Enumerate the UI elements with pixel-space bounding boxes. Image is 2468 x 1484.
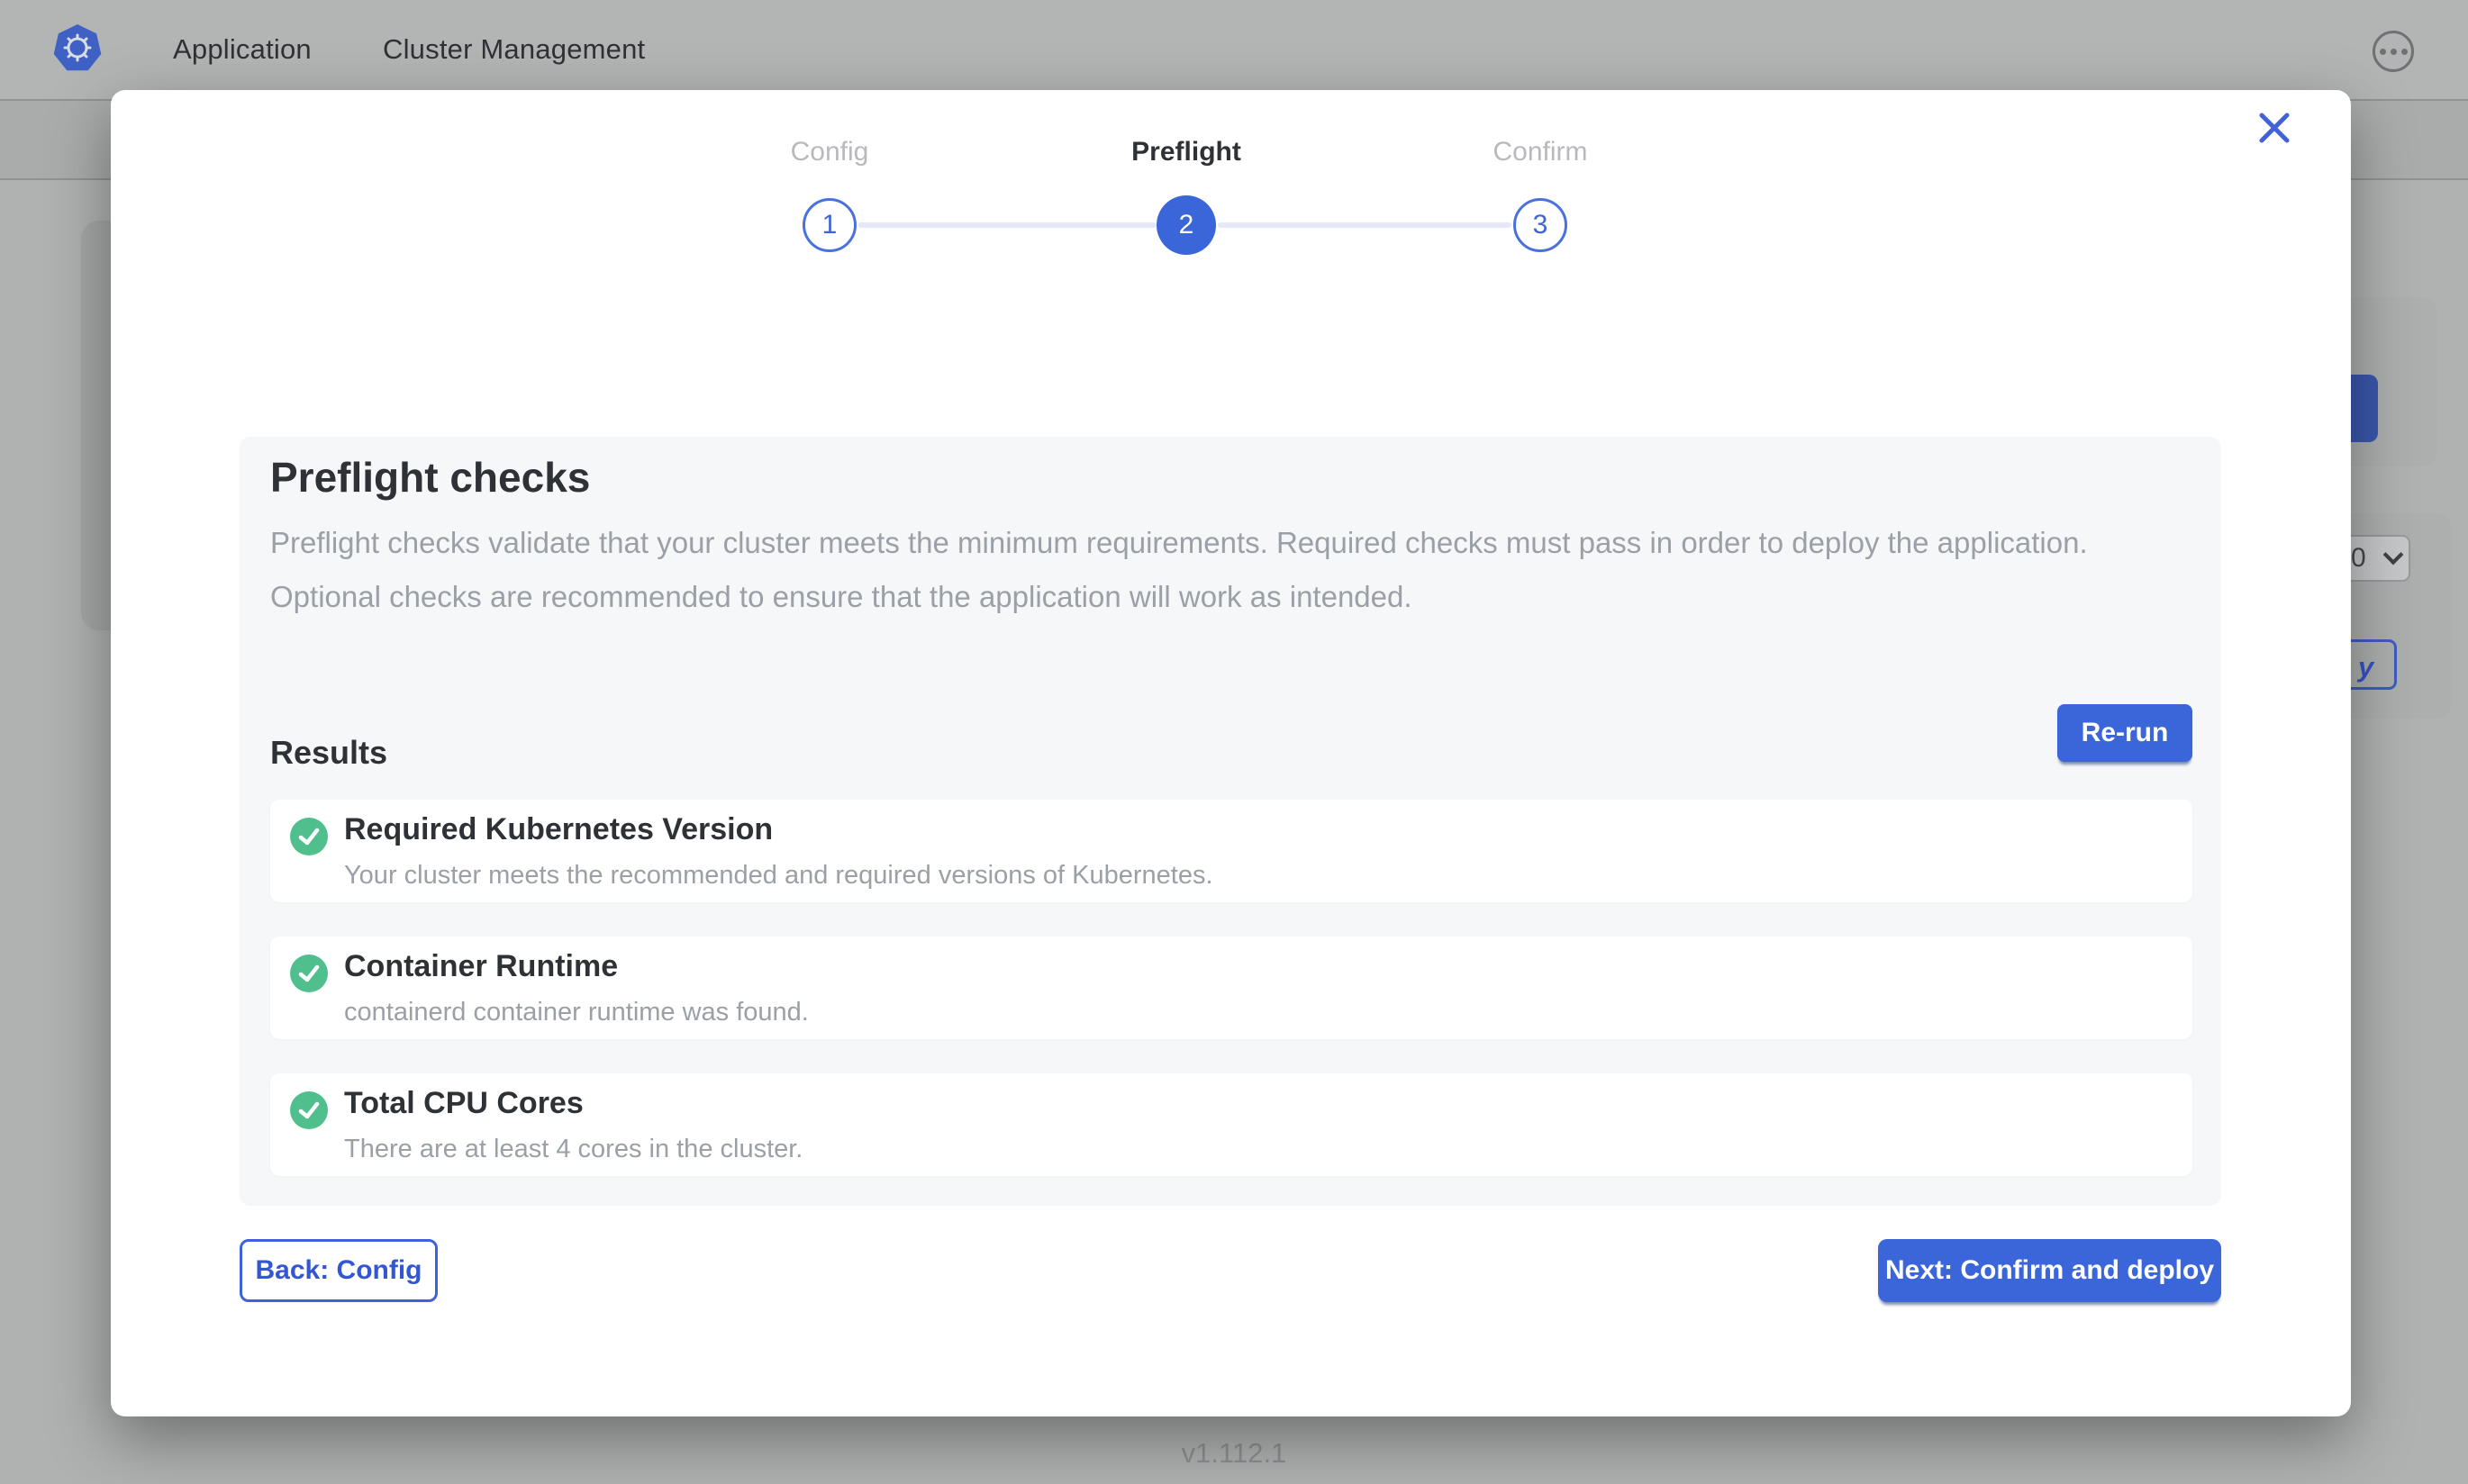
check-pass-icon xyxy=(290,818,328,855)
nav-tab-cluster-management[interactable]: Cluster Management xyxy=(383,0,645,99)
app-root: Application Cluster Management 0 y v1.11… xyxy=(0,0,2468,1484)
check-description: There are at least 4 cores in the cluste… xyxy=(344,1135,803,1164)
top-nav: Application Cluster Management xyxy=(0,0,2468,99)
app-version-label: v1.112.1 xyxy=(0,1437,2468,1470)
step-label-confirm: Confirm xyxy=(1493,137,1587,167)
check-card: Container Runtime containerd container r… xyxy=(270,937,2192,1039)
ellipsis-menu-icon[interactable] xyxy=(2373,31,2414,72)
nav-tab-application[interactable]: Application xyxy=(173,0,312,99)
check-card: Total CPU Cores There are at least 4 cor… xyxy=(270,1073,2192,1176)
step-label-preflight: Preflight xyxy=(1131,137,1241,167)
chevron-down-icon xyxy=(2382,545,2403,566)
check-title: Total CPU Cores xyxy=(344,1086,584,1121)
check-pass-icon xyxy=(290,1091,328,1129)
check-title: Required Kubernetes Version xyxy=(344,812,773,847)
step-circle-3[interactable]: 3 xyxy=(1513,198,1567,252)
preflight-modal: Config Preflight Confirm 1 2 3 Preflight… xyxy=(111,90,2351,1416)
back-config-button[interactable]: Back: Config xyxy=(240,1239,438,1302)
results-heading: Results xyxy=(270,734,387,772)
check-title: Container Runtime xyxy=(344,949,618,984)
check-description: Your cluster meets the recommended and r… xyxy=(344,861,1213,891)
step-circle-2[interactable]: 2 xyxy=(1157,195,1216,255)
check-pass-icon xyxy=(290,955,328,992)
kubernetes-logo-icon xyxy=(52,23,103,74)
panel-description: Preflight checks validate that your clus… xyxy=(270,516,2135,624)
background-select-value: 0 xyxy=(2351,543,2366,574)
step-label-config: Config xyxy=(791,137,869,167)
step-circle-1[interactable]: 1 xyxy=(803,198,857,252)
preflight-panel: Preflight checks Preflight checks valida… xyxy=(240,437,2221,1206)
check-description: containerd container runtime was found. xyxy=(344,998,809,1027)
rerun-button[interactable]: Re-run xyxy=(2057,704,2192,762)
step-connector xyxy=(1218,222,1511,228)
close-icon[interactable] xyxy=(2246,99,2303,157)
next-confirm-deploy-button[interactable]: Next: Confirm and deploy xyxy=(1878,1239,2221,1302)
panel-title: Preflight checks xyxy=(270,453,590,502)
check-card: Required Kubernetes Version Your cluster… xyxy=(270,800,2192,902)
step-connector xyxy=(858,222,1157,228)
